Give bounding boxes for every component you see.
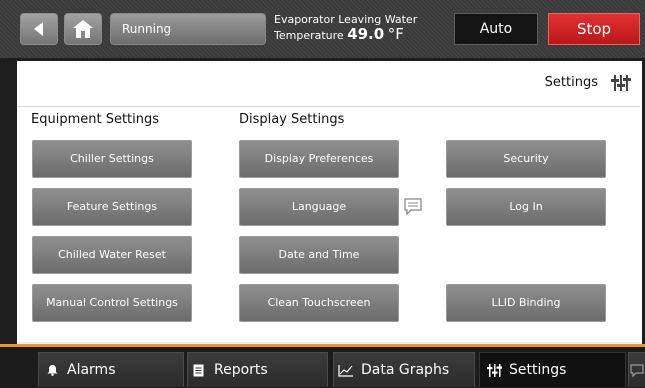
feature-settings-button[interactable]: Feature Settings	[32, 188, 192, 226]
equipment-settings-heading: Equipment Settings	[31, 112, 160, 127]
tab-messages[interactable]	[628, 352, 645, 387]
chilled-water-reset-button[interactable]: Chilled Water Reset	[32, 236, 192, 274]
tab-data-graphs-label: Data Graphs	[361, 362, 450, 378]
page-title: Settings	[544, 75, 598, 90]
log-in-button[interactable]: Log In	[446, 188, 606, 226]
evap-unit: °F	[387, 25, 404, 43]
bell-icon	[47, 365, 58, 376]
left-arrow-icon	[34, 22, 43, 36]
settings-sliders-icon	[487, 364, 502, 377]
evap-label-line2: Temperature	[274, 29, 344, 42]
language-button[interactable]: Language	[239, 188, 399, 226]
back-button[interactable]	[20, 13, 58, 45]
llid-binding-button[interactable]: LLID Binding	[446, 284, 606, 322]
evap-line2: Temperature 49.0 °F	[274, 27, 444, 43]
tab-data-graphs[interactable]: Data Graphs	[333, 352, 475, 387]
nav-accent-line	[0, 344, 645, 347]
chiller-settings-button[interactable]: Chiller Settings	[32, 140, 192, 178]
tab-reports[interactable]: Reports	[187, 352, 328, 387]
speech-bubble-icon	[630, 364, 644, 377]
display-preferences-button[interactable]: Display Preferences	[239, 140, 399, 178]
settings-panel: Settings Equipment Settings Display Sett…	[17, 61, 642, 348]
manual-control-settings-button[interactable]: Manual Control Settings	[32, 284, 192, 322]
top-bar: Running Evaporator Leaving Water Tempera…	[0, 0, 645, 58]
display-settings-heading: Display Settings	[239, 112, 345, 127]
evaporator-temperature: Evaporator Leaving Water Temperature 49.…	[274, 13, 444, 43]
stop-button[interactable]: Stop	[548, 13, 640, 45]
tab-alarms[interactable]: Alarms	[38, 352, 184, 387]
tab-alarms-label: Alarms	[67, 362, 116, 378]
settings-sliders-icon	[611, 75, 631, 91]
document-icon	[193, 364, 204, 377]
evap-value: 49.0	[347, 25, 385, 43]
line-graph-icon	[338, 365, 353, 377]
tab-settings[interactable]: Settings	[479, 352, 626, 387]
home-icon	[73, 20, 93, 38]
speech-bubble-icon[interactable]	[403, 198, 423, 216]
date-and-time-button[interactable]: Date and Time	[239, 236, 399, 274]
tab-settings-label: Settings	[509, 362, 567, 378]
status-indicator: Running	[110, 13, 266, 45]
clean-touchscreen-button[interactable]: Clean Touchscreen	[239, 284, 399, 322]
security-button[interactable]: Security	[446, 140, 606, 178]
status-text: Running	[122, 22, 172, 36]
panel-header: Settings	[17, 61, 640, 107]
auto-mode-button[interactable]: Auto	[454, 13, 538, 45]
tab-reports-label: Reports	[214, 362, 268, 378]
home-button[interactable]	[64, 13, 102, 45]
